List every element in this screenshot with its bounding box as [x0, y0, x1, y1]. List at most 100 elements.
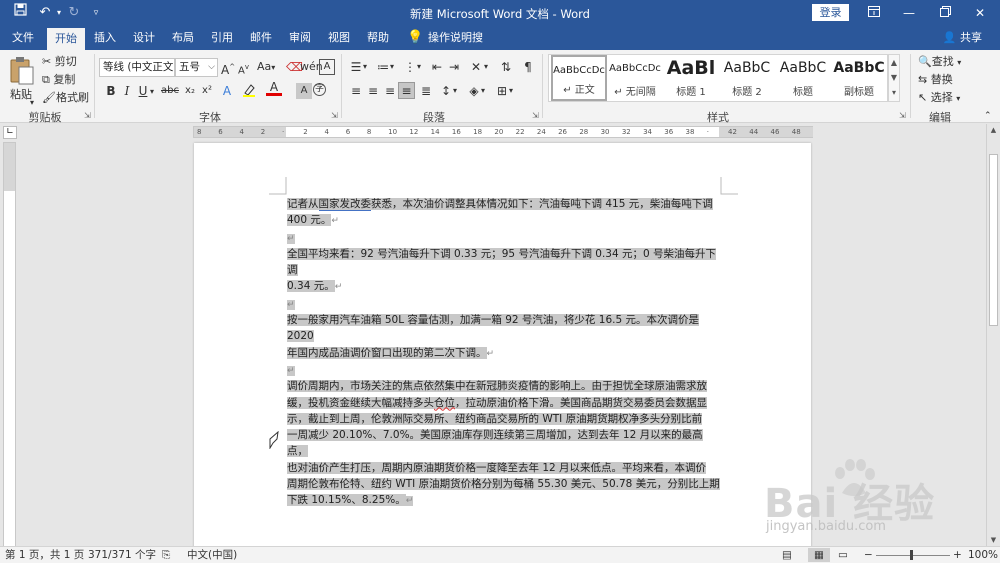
collapse-ribbon-icon[interactable]: ⌃ — [984, 108, 992, 124]
paragraph[interactable]: 按一般家用汽车油箱 50L 容量估测，加满一箱 92 号汽油，将少花 16.5 … — [287, 312, 720, 362]
scroll-up-icon[interactable]: ▲ — [987, 126, 1000, 134]
tab-view[interactable]: 视图 — [320, 26, 358, 50]
justify-icon[interactable]: ≡ — [398, 82, 415, 99]
strikethrough-button[interactable]: abc — [160, 83, 180, 99]
tab-references[interactable]: 引用 — [203, 26, 241, 50]
align-left-icon[interactable]: ≡ — [348, 83, 364, 99]
bold-button[interactable]: B — [103, 83, 119, 99]
borders-dropdown-icon[interactable]: ▾ — [509, 83, 513, 99]
numbering-icon[interactable]: ≔ — [375, 59, 391, 75]
share-button[interactable]: 👤 共享 — [943, 26, 982, 50]
increase-indent-icon[interactable]: ⇥ — [446, 59, 462, 75]
page[interactable]: 记者从国家发改委获悉，本次油价调整具体情况如下：汽油每吨下调 415 元，柴油每… — [194, 143, 811, 546]
underline-dropdown-icon[interactable]: ▾ — [150, 84, 154, 100]
shading-icon[interactable]: ◈ — [466, 83, 482, 99]
shading-dropdown-icon[interactable]: ▾ — [481, 83, 485, 99]
zoom-level[interactable]: 100% — [968, 548, 998, 562]
vertical-scrollbar[interactable]: ▲ ▼ — [986, 124, 1000, 546]
format-painter-button[interactable]: 🖌格式刷 — [42, 90, 89, 106]
tab-review[interactable]: 审阅 — [281, 26, 319, 50]
find-button[interactable]: 🔍查找 ▾ — [918, 54, 961, 71]
borders-icon[interactable]: ⊞ — [494, 83, 510, 99]
zoom-out-icon[interactable]: − — [864, 548, 873, 562]
superscript-button[interactable]: x² — [199, 83, 215, 99]
change-case-button[interactable]: Aa▾ — [257, 59, 275, 76]
styles-launcher-icon[interactable]: ⇲ — [899, 111, 906, 120]
language[interactable]: 中文(中国) — [187, 548, 237, 562]
redo-icon[interactable]: ↻ — [64, 3, 84, 23]
style-normal[interactable]: AaBbCcDc ↵ 正文 — [551, 55, 607, 101]
subscript-button[interactable]: x₂ — [182, 83, 198, 99]
print-layout-icon[interactable]: ▦ — [808, 548, 830, 562]
zoom-in-icon[interactable]: + — [953, 548, 962, 562]
numbering-dropdown-icon[interactable]: ▾ — [390, 59, 394, 75]
distributed-icon[interactable]: ≣ — [418, 83, 434, 99]
minimize-icon[interactable]: — — [891, 0, 927, 26]
grow-font-button[interactable]: A^ — [221, 59, 235, 78]
phonetic-guide-icon[interactable]: wén — [300, 59, 323, 75]
style-title[interactable]: AaBbC 标题 — [775, 55, 831, 101]
multilevel-dropdown-icon[interactable]: ▾ — [417, 59, 421, 75]
tab-selector[interactable]: ∟ — [3, 126, 17, 139]
character-shading-icon[interactable]: A — [296, 83, 312, 99]
paragraph[interactable]: 全国平均来看：92 号汽油每升下调 0.33 元；95 号汽油每升下调 0.34… — [287, 246, 720, 296]
tab-insert[interactable]: 插入 — [86, 26, 124, 50]
italic-button[interactable]: I — [119, 83, 135, 99]
style-no-spacing[interactable]: AaBbCcDc ↵ 无间隔 — [607, 55, 663, 101]
font-size-combo[interactable]: 五号 ⌵ — [175, 58, 218, 77]
tab-layout[interactable]: 布局 — [164, 26, 202, 50]
copy-button[interactable]: ⧉ 复制 — [42, 72, 75, 88]
horizontal-ruler[interactable]: 8 6 4 2 · 2 4 6 8 10 12 14 16 18 20 22 24 26 28 30 32 34 36 38 ·… — [193, 126, 813, 138]
web-layout-icon[interactable]: ▭ — [838, 548, 848, 562]
tab-file[interactable]: 文件 — [4, 26, 42, 50]
shrink-font-button[interactable]: Av — [238, 59, 249, 79]
zoom-slider-thumb[interactable] — [910, 550, 913, 560]
cut-button[interactable]: ✂ 剪切 — [42, 54, 77, 70]
proofing-icon[interactable]: ⎘ — [162, 548, 170, 562]
show-hide-marks-icon[interactable]: ¶ — [520, 59, 536, 75]
align-center-icon[interactable]: ≡ — [365, 83, 381, 99]
line-spacing-dropdown-icon[interactable]: ▾ — [453, 83, 457, 99]
tab-help[interactable]: 帮助 — [359, 26, 397, 50]
font-launcher-icon[interactable]: ⇲ — [331, 111, 338, 120]
page-info[interactable]: 第 1 页，共 1 页 — [5, 548, 84, 562]
paragraph[interactable]: 调价周期内，市场关注的焦点依然集中在新冠肺炎疫情的影响上。由于担忧全球原油需求放… — [287, 378, 720, 509]
style-subtitle[interactable]: AaBbC 副标题 — [831, 55, 887, 101]
tab-home[interactable]: 开始 — [47, 28, 85, 50]
enclose-characters-icon[interactable]: 字 — [313, 83, 326, 96]
word-count[interactable]: 371/371 个字 — [88, 548, 156, 562]
scroll-down-icon[interactable]: ▼ — [987, 536, 1000, 544]
underline-button[interactable]: U — [135, 83, 151, 99]
chinese-layout-dropdown-icon[interactable]: ▾ — [484, 59, 488, 75]
character-border-icon[interactable]: A — [319, 59, 335, 75]
scroll-thumb[interactable] — [989, 154, 998, 326]
chinese-layout-icon[interactable]: ✕ — [468, 59, 484, 75]
font-color-icon[interactable]: A — [266, 81, 282, 96]
tab-design[interactable]: 设计 — [125, 26, 163, 50]
style-heading-1[interactable]: AaBl 标题 1 — [663, 55, 719, 101]
save-icon[interactable] — [10, 3, 30, 23]
chevron-up-icon[interactable]: ▲ — [889, 55, 899, 70]
document-body[interactable]: 记者从国家发改委获悉，本次油价调整具体情况如下：汽油每吨下调 415 元，柴油每… — [287, 196, 720, 510]
bullets-icon[interactable]: ☰ — [348, 59, 364, 75]
chevron-down-icon[interactable]: ▼ — [889, 70, 899, 85]
align-right-icon[interactable]: ≡ — [382, 83, 398, 99]
font-name-combo[interactable]: 等线 (中文正文 — [99, 58, 175, 77]
paragraph[interactable]: 记者从国家发改委获悉，本次油价调整具体情况如下：汽油每吨下调 415 元，柴油每… — [287, 196, 720, 230]
bullets-dropdown-icon[interactable]: ▾ — [363, 59, 367, 75]
decrease-indent-icon[interactable]: ⇤ — [429, 59, 445, 75]
line-spacing-icon[interactable]: ↕ — [438, 83, 454, 99]
tell-me-search[interactable]: 操作说明搜索 — [428, 26, 492, 68]
style-heading-2[interactable]: AaBbC 标题 2 — [719, 55, 775, 101]
zoom-slider[interactable] — [876, 555, 950, 556]
more-styles-icon[interactable]: ▾ — [889, 85, 899, 100]
login-button[interactable]: 登录 — [812, 4, 849, 21]
read-mode-icon[interactable]: ▤ — [782, 548, 792, 562]
select-button[interactable]: ↖ 选择 ▾ — [918, 90, 960, 107]
text-effects-icon[interactable]: A — [219, 83, 235, 99]
multilevel-list-icon[interactable]: ⋮ — [402, 59, 418, 75]
highlight-color-icon[interactable] — [241, 83, 257, 99]
vertical-ruler[interactable] — [3, 142, 16, 547]
close-icon[interactable]: ✕ — [962, 0, 998, 26]
customize-toolbar-icon[interactable]: ▿ — [86, 3, 106, 23]
